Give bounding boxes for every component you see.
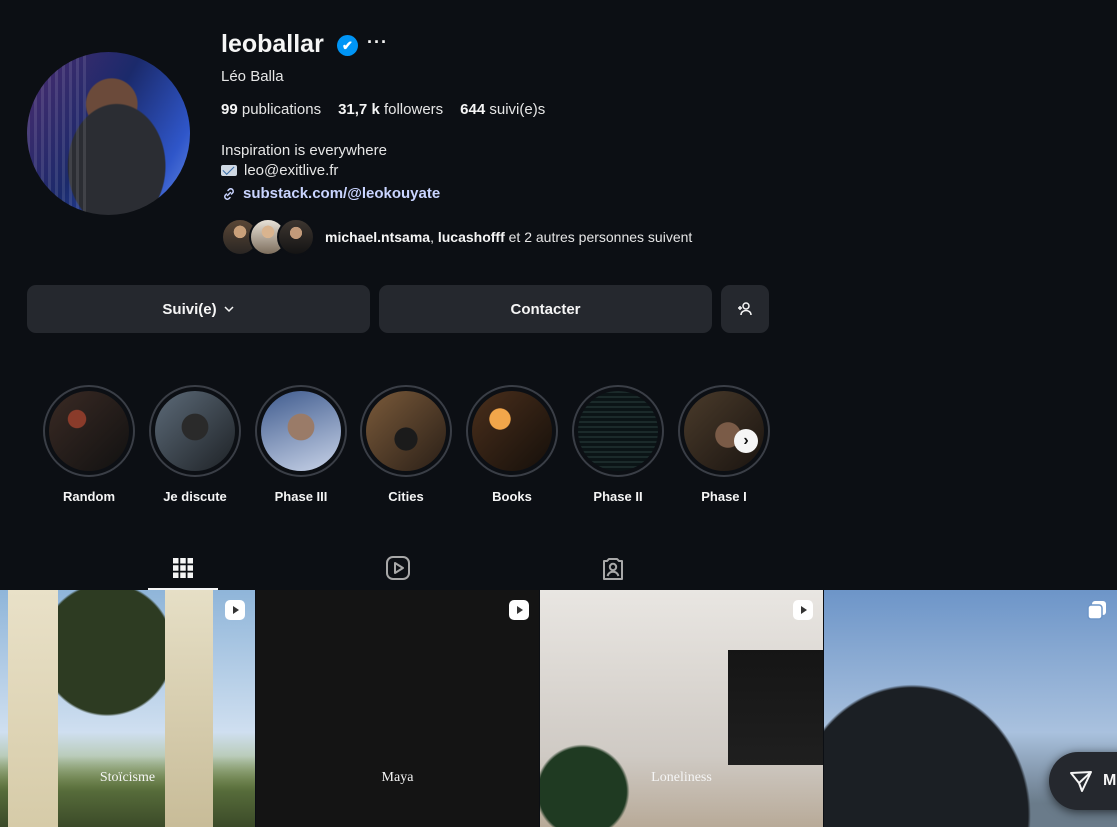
tab-reels[interactable] <box>363 548 433 588</box>
profile-link[interactable]: substack.com/@leokouyate <box>221 185 440 202</box>
verified-badge-icon: ✔ <box>337 35 358 56</box>
contact-button[interactable]: Contacter <box>379 285 712 333</box>
add-user-icon <box>738 302 752 316</box>
post-tile[interactable]: Loneliness <box>540 590 823 827</box>
grid-icon <box>173 558 193 578</box>
link-icon <box>224 187 234 200</box>
highlight-phase-ii[interactable]: Phase II <box>570 385 666 504</box>
messages-button[interactable]: M <box>1049 752 1117 810</box>
followers-stat[interactable]: 31,7 k followers <box>338 101 443 118</box>
tagged-icon <box>603 558 623 580</box>
carousel-icon <box>1087 601 1106 620</box>
reels-icon <box>386 556 410 580</box>
highlight-phase-iii[interactable]: Phase III <box>253 385 349 504</box>
highlight-random[interactable]: Random <box>41 385 137 504</box>
chevron-down-icon <box>224 306 234 313</box>
post-tile[interactable]: Stoïcisme <box>0 590 255 827</box>
posts-stat: 99 publications <box>221 101 322 118</box>
reel-icon <box>509 600 529 620</box>
post-caption: Maya <box>381 770 414 785</box>
highlight-cities[interactable]: Cities <box>358 385 454 504</box>
bio-text: Inspiration is everywhere <box>221 142 387 159</box>
profile-stats: 99 publications 31,7 k followers 644 sui… <box>221 101 545 118</box>
profile-full-name: Léo Balla <box>221 68 284 85</box>
post-caption: Loneliness <box>651 770 712 785</box>
following-button[interactable]: Suivi(e) <box>27 285 370 333</box>
highlights-next-button[interactable]: › <box>734 429 758 453</box>
bio-email: leo@exitlive.fr <box>221 162 338 179</box>
profile-avatar[interactable] <box>27 52 190 215</box>
highlight-phase-i[interactable]: Phase I <box>676 385 772 504</box>
profile-username: leoballar <box>221 30 324 58</box>
tab-posts[interactable] <box>148 548 218 590</box>
highlight-je-discute[interactable]: Je discute <box>147 385 243 504</box>
more-options-button[interactable]: ··· <box>367 32 388 53</box>
following-stat[interactable]: 644 suivi(e)s <box>460 101 545 118</box>
reel-icon <box>793 600 813 620</box>
tab-tagged[interactable] <box>578 548 648 588</box>
follower-avatar <box>277 218 315 256</box>
send-icon <box>1070 771 1092 792</box>
highlight-books[interactable]: Books <box>464 385 560 504</box>
post-caption: Stoïcisme <box>99 770 156 785</box>
followed-by[interactable]: michael.ntsama, lucashofff et 2 autres p… <box>221 218 692 256</box>
suggest-user-button[interactable] <box>721 285 769 333</box>
email-icon <box>221 165 237 176</box>
reel-icon <box>225 600 245 620</box>
post-tile[interactable]: Maya <box>256 590 539 827</box>
